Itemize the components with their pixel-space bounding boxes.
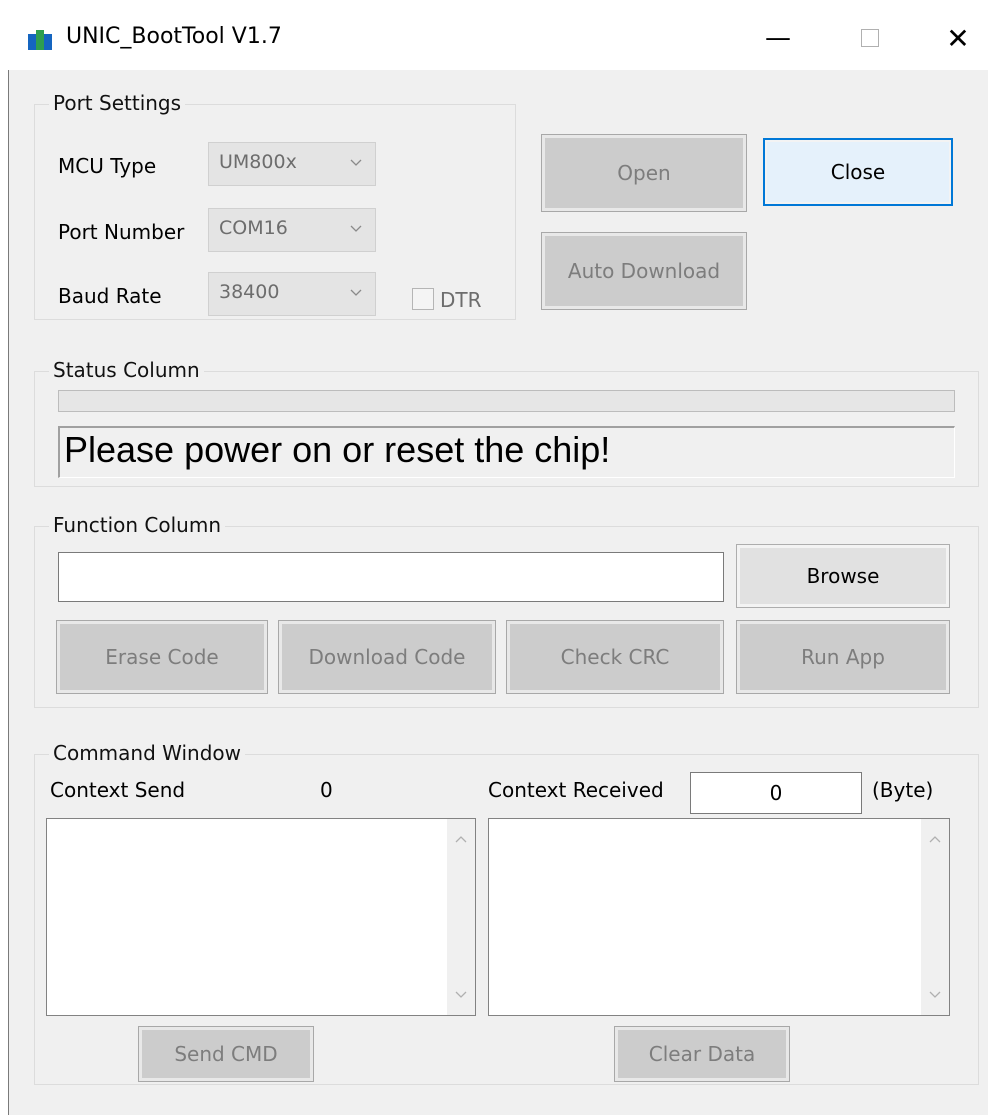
send-textarea[interactable] [46,818,476,1016]
open-button[interactable]: Open [541,134,747,212]
check-crc-button[interactable]: Check CRC [506,620,724,694]
received-scrollbar[interactable] [921,819,949,1015]
received-count-field[interactable]: 0 [690,772,862,814]
byte-unit-label: (Byte) [872,778,934,802]
port-number-select[interactable]: COM16 [208,208,376,252]
clear-data-button[interactable]: Clear Data [614,1026,790,1082]
port-number-value: COM16 [219,217,288,239]
received-textarea[interactable] [488,818,950,1016]
chevron-down-icon [350,159,362,166]
erase-code-button[interactable]: Erase Code [56,620,268,694]
download-code-button[interactable]: Download Code [278,620,496,694]
status-message: Please power on or reset the chip! [58,426,955,478]
baud-rate-value: 38400 [219,281,280,303]
unic-app-icon [28,30,52,50]
auto-download-button[interactable]: Auto Download [541,232,747,310]
progress-bar [58,390,955,412]
close-port-button[interactable]: Close [763,138,953,206]
baud-rate-label: Baud Rate [58,284,162,308]
mcu-type-select[interactable]: UM800x [208,142,376,186]
browse-button[interactable]: Browse [736,544,950,608]
chevron-down-icon[interactable] [454,987,468,1001]
status-column-label: Status Column [49,358,204,382]
context-send-count: 0 [320,778,333,802]
title-bar[interactable]: UNIC_BootTool V1.7 — ✕ [8,6,990,70]
dtr-label: DTR [440,288,482,312]
send-cmd-button[interactable]: Send CMD [138,1026,314,1082]
chevron-down-icon [350,289,362,296]
dtr-checkbox[interactable] [412,288,434,310]
port-number-label: Port Number [58,220,185,244]
mcu-type-value: UM800x [219,151,297,173]
minimize-button[interactable]: — [748,16,808,60]
chevron-down-icon[interactable] [928,987,942,1001]
port-settings-label: Port Settings [49,91,186,115]
command-window-label: Command Window [49,741,246,765]
function-column-label: Function Column [49,513,226,537]
maximize-icon [861,29,879,47]
run-app-button[interactable]: Run App [736,620,950,694]
baud-rate-select[interactable]: 38400 [208,272,376,316]
chevron-up-icon[interactable] [928,833,942,847]
file-path-input[interactable] [58,552,724,602]
context-received-label: Context Received [488,778,664,802]
send-scrollbar[interactable] [447,819,475,1015]
chevron-down-icon [350,225,362,232]
context-send-label: Context Send [50,778,186,802]
window-title: UNIC_BootTool V1.7 [66,24,282,49]
mcu-type-label: MCU Type [58,154,157,178]
chevron-up-icon[interactable] [454,833,468,847]
maximize-button[interactable] [840,16,900,60]
close-window-button[interactable]: ✕ [928,16,988,60]
